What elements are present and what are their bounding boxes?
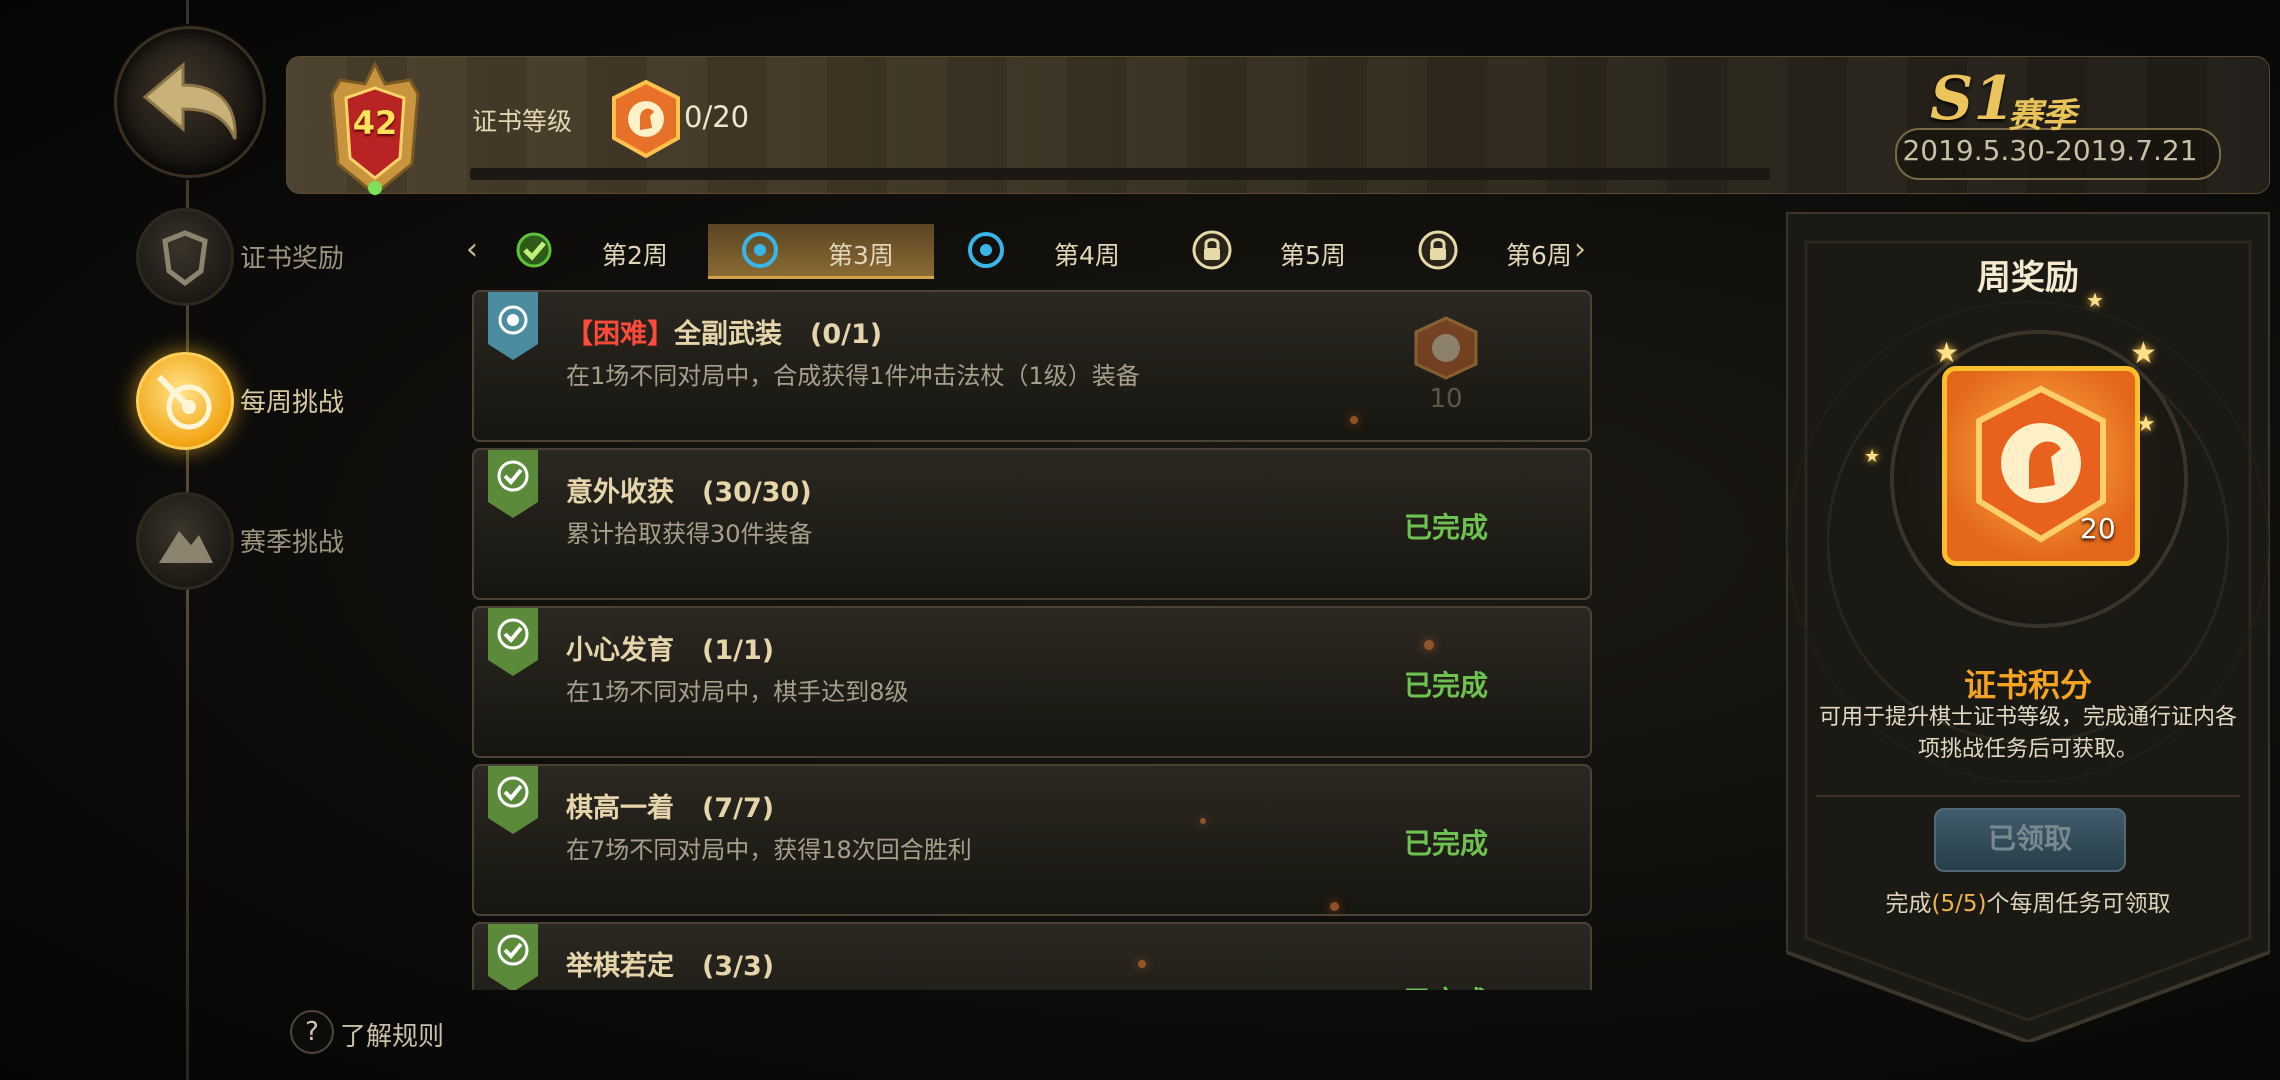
check-flag-icon [488, 450, 538, 518]
medal-count: 20 [2080, 512, 2116, 545]
cert-progress-bar [470, 168, 1770, 180]
tab-week-4[interactable]: 第4周 [934, 224, 1160, 276]
nav-label: 每周挑战 [240, 388, 345, 418]
check-flag-icon [488, 608, 538, 676]
task-desc: 累计拾取获得30件装备 [566, 520, 813, 548]
task-card[interactable]: 小心发育 (1/1) 在1场不同对局中，棋手达到8级 已完成 [472, 606, 1592, 758]
nav-cert-rewards[interactable]: 证书奖励 [136, 208, 396, 306]
knight-medal-icon [612, 79, 680, 159]
task-reward: 10 [1404, 316, 1488, 414]
shield-icon [136, 208, 234, 306]
ember-particle [1138, 960, 1146, 968]
sparkle-icon: ★ [1864, 446, 1881, 467]
task-complete-label: 已完成 [1404, 827, 1489, 860]
task-desc: 在7场不同对局中，获得18次回合胜利 [566, 836, 972, 864]
tabs-prev-arrow-icon[interactable]: ‹ [466, 232, 478, 267]
task-card[interactable]: 【困难】全副武装 (0/1) 在1场不同对局中，合成获得1件冲击法杖（1级）装备 … [472, 290, 1592, 442]
tab-week-3[interactable]: 第3周 [708, 224, 934, 279]
task-title: 【困难】全副武装 (0/1) [566, 319, 883, 350]
tab-label: 第4周 [1054, 241, 1120, 270]
weekly-reward-title: 周奖励 [1977, 258, 2079, 298]
sparkle-icon: ★ [2130, 336, 2157, 371]
task-title: 棋高一着 (7/7) [566, 793, 775, 824]
claim-button[interactable]: 已领取 [1934, 808, 2126, 872]
task-card[interactable]: 意外收获 (30/30) 累计拾取获得30件装备 已完成 [472, 448, 1592, 600]
cert-exp-text: 0/20 [684, 100, 750, 134]
task-card[interactable]: 举棋若定(3/3) 已完成 [472, 922, 1592, 990]
rules-label: 了解规则 [340, 1022, 445, 1052]
ember-particle [1200, 818, 1206, 824]
nav-season-challenge[interactable]: 赛季挑战 [136, 492, 396, 590]
tab-label: 第5周 [1280, 241, 1346, 270]
tabs-next-arrow-icon[interactable]: › [1574, 232, 1586, 267]
lock-icon [1418, 230, 1458, 270]
tab-label: 第3周 [828, 241, 894, 270]
task-reward-count: 10 [1429, 384, 1463, 414]
claim-note: 完成(5/5)个每周任务可领取 [1885, 891, 2171, 917]
tab-label: 第2周 [602, 241, 668, 270]
check-flag-icon [488, 766, 538, 834]
task-title: 意外收获 (30/30) [566, 477, 812, 508]
back-button[interactable] [114, 26, 266, 178]
target-icon [968, 232, 1004, 268]
task-title: 小心发育 (1/1) [566, 635, 775, 666]
back-arrow-icon [142, 61, 237, 140]
task-desc: 在1场不同对局中，棋手达到8级 [566, 678, 909, 706]
task-complete-label: 已完成 [1404, 669, 1489, 702]
ember-particle [1350, 416, 1358, 424]
task-title: 举棋若定 (3/3) [566, 951, 775, 982]
sparkle-icon: ★ [2086, 288, 2104, 312]
sparkle-icon: ★ [2136, 412, 2156, 437]
task-card[interactable]: 棋高一着 (7/7) 在7场不同对局中，获得18次回合胜利 已完成 [472, 764, 1592, 916]
tab-week-2[interactable]: 第2周 [482, 224, 708, 276]
task-complete-label: 已完成 [1404, 511, 1489, 544]
season-dates: 2019.5.30-2019.7.21 [1902, 134, 2198, 167]
lock-icon [1192, 230, 1232, 270]
level-number: 42 [352, 104, 398, 142]
check-icon [516, 232, 552, 268]
check-flag-icon [488, 924, 538, 990]
task-list[interactable]: 【困难】全副武装 (0/1) 在1场不同对局中，合成获得1件冲击法杖（1级）装备 … [472, 290, 1592, 990]
nav-label: 赛季挑战 [240, 528, 345, 558]
target-icon [742, 232, 778, 268]
season-code: S1 [1930, 64, 2016, 134]
sparkle-icon: ★ [1934, 336, 1960, 369]
ember-particle [1424, 640, 1434, 650]
mountain-flag-icon [136, 492, 234, 590]
ember-particle [1330, 902, 1339, 911]
points-desc: 可用于提升棋士证书等级，完成通行证内各项挑战任务后可获取。 [1818, 705, 2237, 762]
task-complete-label: 已完成 [1404, 980, 1488, 990]
week-tabs: ‹ 第2周 第3周 第4周 第5周 第6周 › [462, 224, 1594, 279]
target-arrow-icon [136, 352, 234, 450]
cert-level-label: 证书等级 [472, 107, 573, 136]
tab-week-5[interactable]: 第5周 [1160, 224, 1386, 276]
nav-weekly-challenge[interactable]: 每周挑战 [136, 352, 396, 450]
target-flag-icon [488, 292, 538, 360]
nav-label: 证书奖励 [240, 244, 345, 274]
season-word: 赛季 [2008, 96, 2076, 136]
tab-label: 第6周 [1506, 241, 1572, 270]
knight-medal-icon [1414, 316, 1478, 380]
points-title: 证书积分 [1963, 666, 2092, 704]
question-icon: ? [290, 1010, 334, 1054]
task-desc: 在1场不同对局中，合成获得1件冲击法杖（1级）装备 [566, 362, 1140, 390]
